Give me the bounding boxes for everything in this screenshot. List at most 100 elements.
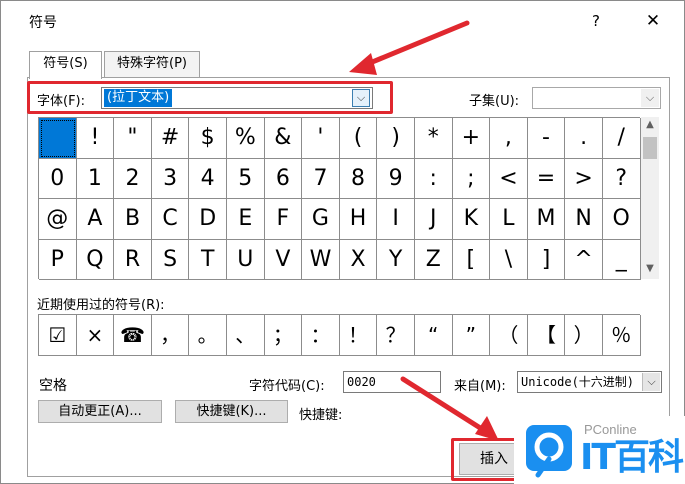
symbol-cell[interactable]: * xyxy=(414,118,453,159)
watermark: PConline IT百科 xyxy=(514,416,685,484)
symbol-cell[interactable]: 8 xyxy=(339,158,378,199)
symbol-cell[interactable]: J xyxy=(414,199,453,240)
subset-dropdown[interactable]: ⌵ xyxy=(532,87,661,109)
symbol-cell[interactable]: D xyxy=(189,199,227,240)
symbol-cell[interactable]: U xyxy=(226,239,265,280)
font-annotation-box xyxy=(27,81,393,114)
symbol-cell[interactable]: " xyxy=(114,118,152,159)
symbol-cell[interactable]: O xyxy=(602,199,641,240)
symbol-cell[interactable]: : xyxy=(414,158,453,199)
scrollbar-thumb[interactable] xyxy=(643,137,657,159)
recent-symbol-cell[interactable]: ， xyxy=(151,315,190,356)
symbol-cell[interactable]: Q xyxy=(76,239,115,280)
chevron-down-icon[interactable]: ⌵ xyxy=(642,373,660,391)
symbol-grid-scrollbar[interactable]: ▲ ▼ xyxy=(641,117,659,279)
symbol-cell[interactable]: G xyxy=(302,199,340,240)
recent-symbol-cell[interactable]: ） xyxy=(565,315,603,356)
recent-symbol-cell[interactable]: × xyxy=(76,315,115,356)
symbol-cell[interactable]: $ xyxy=(189,118,227,159)
symbol-cell[interactable]: 5 xyxy=(226,158,265,199)
symbol-cell[interactable]: F xyxy=(264,199,303,240)
tab-special-characters[interactable]: 特殊字符(P) xyxy=(104,51,200,77)
subset-label: 子集(U): xyxy=(469,94,520,109)
recent-symbol-cell[interactable]: ％ xyxy=(602,315,641,356)
symbol-cell[interactable]: P xyxy=(39,239,77,280)
close-button[interactable]: ✕ xyxy=(642,10,664,32)
symbol-cell[interactable]: N xyxy=(565,199,603,240)
symbol-cell[interactable]: W xyxy=(302,239,340,280)
symbol-cell[interactable]: S xyxy=(151,239,190,280)
symbol-cell[interactable]: 0 xyxy=(39,158,77,199)
symbol-cell[interactable]: B xyxy=(114,199,152,240)
symbol-cell[interactable]: < xyxy=(490,158,528,199)
symbol-cell[interactable]: \ xyxy=(490,239,528,280)
help-button[interactable]: ? xyxy=(585,10,607,32)
symbol-cell[interactable]: ^ xyxy=(565,239,603,280)
symbol-dialog: 符号 ? ✕ 符号(S) 特殊字符(P) 字体(F): (拉丁文本) ⌵ 子集(… xyxy=(0,0,685,484)
symbol-cell[interactable]: & xyxy=(264,118,303,159)
symbol-cell[interactable]: 9 xyxy=(377,158,415,199)
autocorrect-button[interactable]: 自动更正(A)... xyxy=(38,400,162,423)
recent-symbol-cell[interactable]: ☑ xyxy=(39,315,77,356)
symbol-cell[interactable]: E xyxy=(226,199,265,240)
recent-symbol-cell[interactable]: “ xyxy=(414,315,453,356)
symbol-cell[interactable]: L xyxy=(490,199,528,240)
tab-symbols[interactable]: 符号(S) xyxy=(29,51,102,79)
symbol-cell[interactable]: M xyxy=(527,199,566,240)
recent-symbol-cell[interactable]: ” xyxy=(452,315,491,356)
symbol-cell[interactable]: % xyxy=(226,118,265,159)
symbol-cell[interactable]: @ xyxy=(39,199,77,240)
symbol-cell[interactable]: - xyxy=(527,118,566,159)
symbol-cell[interactable]: 2 xyxy=(114,158,152,199)
symbol-cell[interactable]: , xyxy=(490,118,528,159)
symbol-cell[interactable]: ) xyxy=(377,118,415,159)
from-label: 来自(M): xyxy=(454,379,506,394)
chevron-down-icon[interactable]: ⌵ xyxy=(641,89,659,107)
symbol-cell[interactable]: ? xyxy=(602,158,641,199)
recent-symbol-cell[interactable]: ； xyxy=(264,315,303,356)
symbol-cell[interactable]: ! xyxy=(76,118,115,159)
symbol-cell[interactable]: ] xyxy=(527,239,566,280)
recent-symbol-cell[interactable]: ☎ xyxy=(114,315,152,356)
symbol-cell[interactable]: 4 xyxy=(189,158,227,199)
symbol-cell[interactable]: > xyxy=(565,158,603,199)
symbol-cell[interactable]: . xyxy=(565,118,603,159)
recent-symbol-cell[interactable]: ！ xyxy=(339,315,378,356)
from-dropdown[interactable]: Unicode(十六进制) ⌵ xyxy=(517,371,662,393)
symbol-cell[interactable]: # xyxy=(151,118,190,159)
scroll-down-icon[interactable]: ▼ xyxy=(641,263,659,277)
character-code-input[interactable]: 0020 xyxy=(343,371,441,393)
symbol-cell[interactable]: I xyxy=(377,199,415,240)
symbol-cell[interactable]: 1 xyxy=(76,158,115,199)
symbol-cell[interactable]: H xyxy=(339,199,378,240)
shortcut-key-button[interactable]: 快捷键(K)... xyxy=(175,400,288,423)
symbol-cell[interactable]: + xyxy=(452,118,491,159)
symbol-cell[interactable]: ( xyxy=(339,118,378,159)
symbol-cell[interactable]: = xyxy=(527,158,566,199)
recent-symbol-cell[interactable]: ？ xyxy=(377,315,415,356)
symbol-cell[interactable]: ' xyxy=(302,118,340,159)
symbol-cell[interactable]: K xyxy=(452,199,491,240)
recent-symbol-cell[interactable]: ： xyxy=(302,315,340,356)
recent-symbol-cell[interactable]: 、 xyxy=(226,315,265,356)
symbol-cell[interactable]: _ xyxy=(602,239,641,280)
symbol-cell[interactable]: 7 xyxy=(302,158,340,199)
symbol-cell[interactable]: V xyxy=(264,239,303,280)
symbol-cell[interactable]: T xyxy=(189,239,227,280)
recent-symbol-cell[interactable]: 。 xyxy=(189,315,227,356)
recent-symbol-cell[interactable]: 【 xyxy=(527,315,566,356)
symbol-cell[interactable]: 6 xyxy=(264,158,303,199)
symbol-cell[interactable]: Z xyxy=(414,239,453,280)
scroll-up-icon[interactable]: ▲ xyxy=(641,119,659,133)
symbol-cell[interactable]: [ xyxy=(452,239,491,280)
symbol-cell[interactable]: A xyxy=(76,199,115,240)
symbol-cell[interactable]: C xyxy=(151,199,190,240)
symbol-cell[interactable]: / xyxy=(602,118,641,159)
symbol-cell[interactable] xyxy=(39,118,77,159)
symbol-cell[interactable]: R xyxy=(114,239,152,280)
symbol-cell[interactable]: Y xyxy=(377,239,415,280)
symbol-cell[interactable]: X xyxy=(339,239,378,280)
symbol-cell[interactable]: ; xyxy=(452,158,491,199)
symbol-cell[interactable]: 3 xyxy=(151,158,190,199)
recent-symbol-cell[interactable]: （ xyxy=(490,315,528,356)
